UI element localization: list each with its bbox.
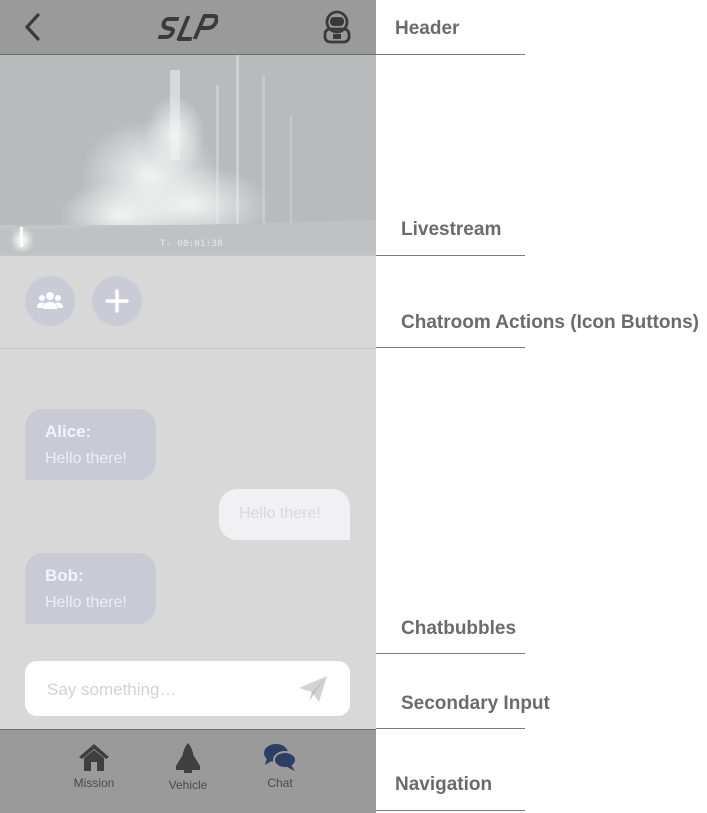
message-text: Hello there! [45, 450, 127, 467]
livestream-video[interactable] [0, 55, 376, 256]
annotation-header: Header [395, 18, 460, 39]
annotation-divider [376, 653, 525, 654]
chat-bubble-received: Alice: Hello there! [25, 409, 156, 480]
annotation-navigation: Navigation [395, 774, 493, 795]
message-text: Hello there! [45, 594, 127, 611]
send-button[interactable] [297, 673, 329, 705]
chat-bubble-sent: Hello there! [219, 489, 350, 540]
annotation-divider [376, 255, 525, 256]
chevron-left-icon [25, 13, 40, 41]
annotation-chatbubbles: Chatbubbles [401, 618, 517, 639]
message-input[interactable] [45, 661, 299, 718]
annotation-divider [376, 347, 525, 348]
nav-item-chat[interactable]: Chat [245, 742, 315, 790]
astronaut-icon [323, 10, 351, 44]
chatroom-actions [0, 256, 376, 349]
nav-label: Chat [267, 776, 293, 790]
header-bar [0, 0, 376, 55]
members-button[interactable] [25, 276, 75, 326]
message-sender: Alice: [45, 422, 92, 441]
livestream-frame [0, 55, 376, 255]
annotation-chatroom-actions: Chatroom Actions (Icon Buttons) [401, 312, 699, 333]
message-input-container [25, 661, 350, 718]
profile-button[interactable] [320, 10, 354, 44]
house-icon [79, 744, 109, 771]
chat-bubbles-icon [264, 744, 297, 771]
message-sender: Bob: [45, 566, 84, 585]
annotation-livestream: Livestream [401, 219, 502, 240]
annotation-divider [376, 54, 525, 55]
phone-screen: T- 00:01:38 Alice: Hello there! Hello th… [0, 0, 376, 813]
bottom-navigation: Mission Vehicle Chat [0, 729, 376, 813]
chat-bubble-received: Bob: Hello there! [25, 553, 156, 624]
annotation-secondary-input: Secondary Input [401, 693, 550, 714]
annotation-divider [376, 810, 525, 811]
plus-icon [105, 289, 129, 313]
nav-label: Mission [73, 776, 115, 790]
shuttle-icon [176, 743, 200, 773]
message-text: Hello there! [239, 505, 321, 522]
nav-item-vehicle[interactable]: Vehicle [153, 742, 223, 792]
nav-item-mission[interactable]: Mission [59, 742, 129, 790]
paper-plane-icon [299, 676, 327, 702]
nav-label: Vehicle [168, 778, 208, 792]
back-button[interactable] [20, 12, 46, 42]
users-icon [37, 292, 63, 309]
annotation-divider [376, 728, 525, 729]
livestream-timer: T- 00:01:38 [160, 239, 223, 249]
app-logo [157, 10, 219, 44]
add-button[interactable] [92, 276, 142, 326]
